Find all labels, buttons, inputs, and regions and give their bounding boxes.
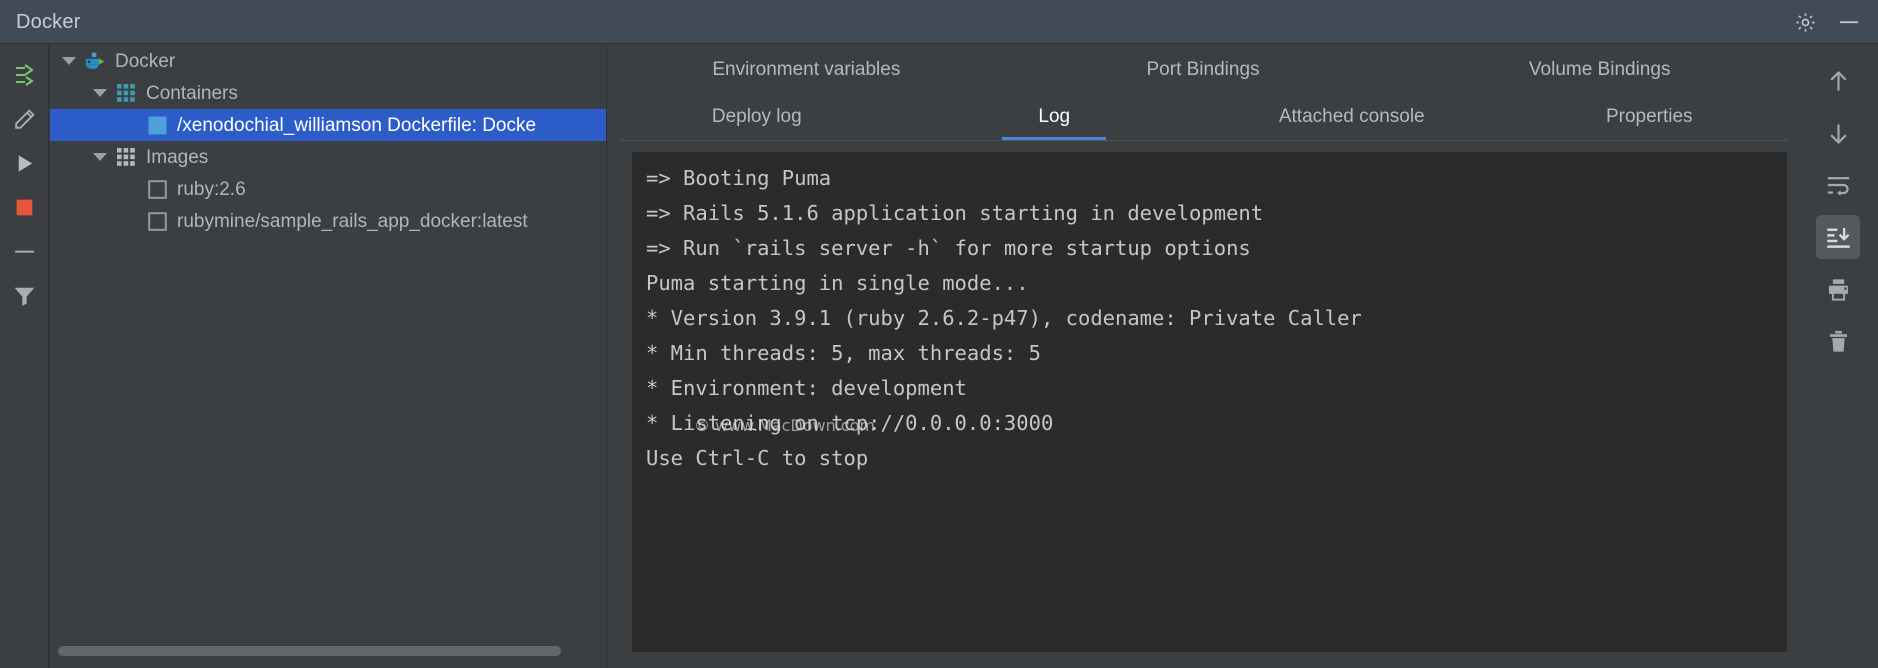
- log-line: * Environment: development: [646, 376, 967, 400]
- log-console[interactable]: => Booting Puma => Rails 5.1.6 applicatio…: [632, 152, 1787, 652]
- images-grid-icon: [115, 146, 137, 168]
- title-bar: Docker: [0, 0, 1878, 44]
- tab-label: Volume Bindings: [1528, 59, 1671, 80]
- tree-horizontal-scrollbar[interactable]: [58, 646, 561, 656]
- tab-label: Deploy log: [711, 106, 802, 127]
- container-square-icon: [146, 114, 168, 136]
- tree-row[interactable]: /xenodochial_williamson Dockerfile: Dock…: [50, 109, 606, 141]
- log-line: => Rails 5.1.6 application starting in d…: [646, 201, 1264, 225]
- tab-deploy-log[interactable]: Deploy log: [608, 92, 906, 141]
- down-arrow-icon[interactable]: [1816, 111, 1860, 155]
- log-line: * Min threads: 5, max threads: 5: [646, 341, 1041, 365]
- chevron-down-icon[interactable]: [60, 52, 78, 70]
- tree-row-label: /xenodochial_williamson Dockerfile: Dock…: [177, 114, 537, 136]
- up-arrow-icon[interactable]: [1816, 59, 1860, 103]
- tab-volume-bindings[interactable]: Volume Bindings: [1401, 45, 1798, 94]
- chevron-down-icon[interactable]: [91, 84, 109, 102]
- tab-label: Log: [1038, 106, 1071, 127]
- soft-wrap-icon[interactable]: [1816, 163, 1860, 207]
- docker-tree-panel: Docker Containers/xenodochial_williamson …: [50, 45, 607, 668]
- tree-row[interactable]: Docker: [50, 45, 606, 77]
- tree-row[interactable]: Images: [50, 141, 606, 173]
- log-line: Puma starting in single mode...: [646, 271, 1029, 295]
- filter-icon[interactable]: [4, 275, 44, 315]
- left-action-toolbar: [0, 45, 49, 668]
- tab-strip-primary: Environment variables Port Bindings Volume…: [608, 45, 1798, 94]
- tree-row-label: Images: [146, 146, 209, 168]
- deploy-icon[interactable]: [4, 55, 44, 95]
- tab-environment-variables[interactable]: Environment variables: [608, 45, 1005, 94]
- tab-strip-divider: [620, 140, 1788, 141]
- tree-row-label: ruby:2.6: [177, 178, 246, 200]
- tab-properties[interactable]: Properties: [1501, 92, 1799, 141]
- tab-log[interactable]: Log: [906, 92, 1204, 141]
- detail-pane: Environment variables Port Bindings Volume…: [608, 45, 1878, 668]
- image-square-icon: [146, 178, 168, 200]
- tree-row-label: Docker: [115, 50, 176, 72]
- print-icon[interactable]: [1816, 267, 1860, 311]
- docker-tool-window: Docker Docker Containers /xenodochial_wi…: [0, 0, 1878, 668]
- run-icon[interactable]: [4, 143, 44, 183]
- tab-port-bindings[interactable]: Port Bindings: [1005, 45, 1402, 94]
- tree-row[interactable]: ruby:2.6: [50, 173, 606, 205]
- tab-label: Properties: [1605, 106, 1693, 127]
- log-line: => Run `rails server -h` for more startu…: [646, 236, 1251, 260]
- edit-icon[interactable]: [4, 99, 44, 139]
- trash-icon[interactable]: [1816, 319, 1860, 363]
- stop-icon[interactable]: [4, 187, 44, 227]
- log-line: * Listening on tcp://0.0.0.0:3000: [646, 411, 1054, 435]
- collapse-all-icon[interactable]: [4, 231, 44, 271]
- tree-list: Docker Containers/xenodochial_williamson …: [50, 45, 606, 630]
- log-line: * Version 3.9.1 (ruby 2.6.2-p47), codena…: [646, 306, 1362, 330]
- tab-attached-console[interactable]: Attached console: [1203, 92, 1501, 141]
- tree-row-label: Containers: [146, 82, 238, 104]
- docker-whale-icon: [84, 50, 106, 72]
- chevron-down-icon[interactable]: [91, 148, 109, 166]
- tree-row[interactable]: Containers: [50, 77, 606, 109]
- scroll-to-end-icon[interactable]: [1816, 215, 1860, 259]
- log-line: Use Ctrl-C to stop: [646, 446, 869, 470]
- tab-label: Port Bindings: [1146, 59, 1260, 80]
- minimize-icon[interactable]: [1834, 7, 1864, 37]
- console-action-toolbar: [1798, 45, 1878, 668]
- title-bar-actions: [1790, 7, 1864, 37]
- log-line: => Booting Puma: [646, 166, 832, 190]
- tree-row-label: rubymine/sample_rails_app_docker:latest: [177, 210, 528, 232]
- tab-strip-secondary: Deploy log Log Attached console Properties: [608, 92, 1798, 141]
- containers-grid-icon: [115, 82, 137, 104]
- page-title: Docker: [16, 11, 81, 33]
- log-console-lines: => Booting Puma => Rails 5.1.6 applicatio…: [646, 161, 1787, 476]
- tree-row[interactable]: rubymine/sample_rails_app_docker:latest: [50, 205, 606, 237]
- gear-icon[interactable]: [1790, 7, 1820, 37]
- tab-label: Attached console: [1278, 106, 1425, 127]
- image-square-icon: [146, 210, 168, 232]
- tab-label: Environment variables: [712, 59, 901, 80]
